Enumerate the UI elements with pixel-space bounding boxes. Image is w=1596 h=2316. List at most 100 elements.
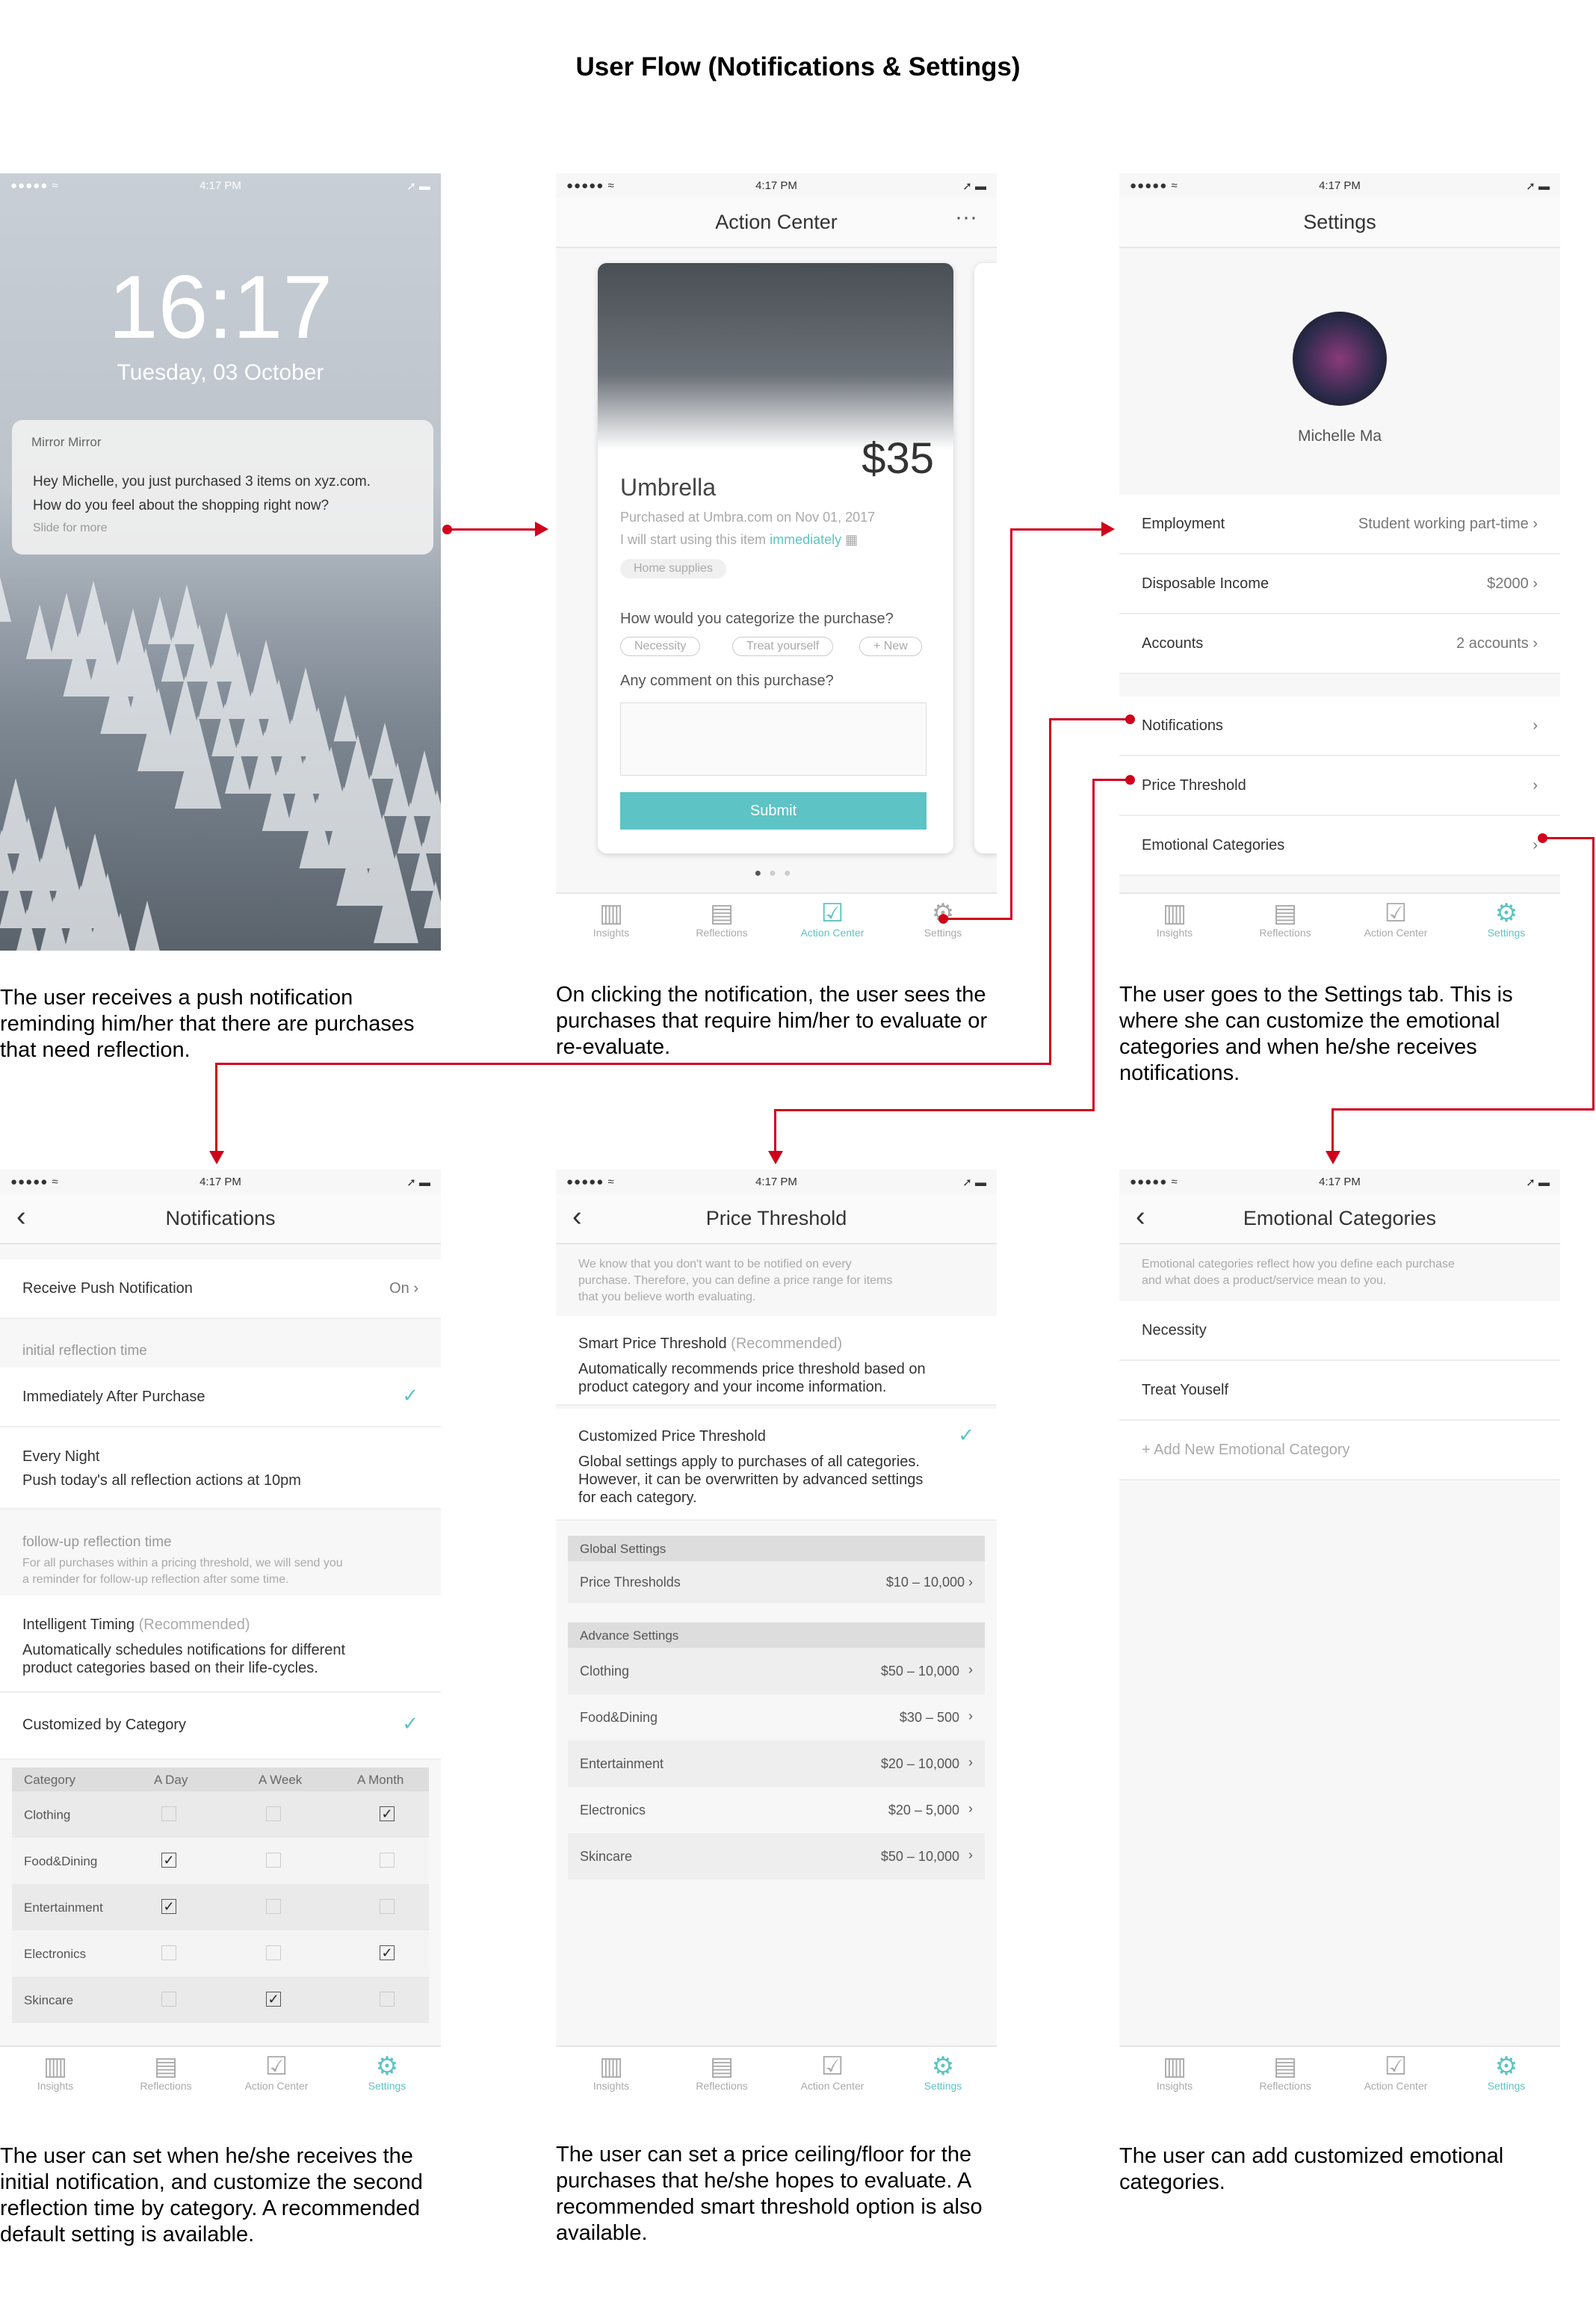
avatar[interactable]	[1293, 312, 1387, 406]
tab-bar: ▥ Insights ▤ Reflections ☑ Action Center ⚙ S…	[556, 2045, 997, 2104]
checkbox[interactable]	[380, 1899, 395, 1914]
insights-icon: ▥	[1162, 2052, 1187, 2081]
category-table: Category A Day A Week A Month Clothing ✓ F…	[12, 1767, 429, 2023]
table-row: Electronics ✓	[12, 1930, 429, 1977]
price-row[interactable]: Electronics $20 – 5,000 ›	[568, 1787, 985, 1833]
page-indicator: ●●●	[754, 867, 799, 880]
row-notifications[interactable]: Notifications ›	[1119, 697, 1560, 756]
tab-action-center[interactable]: ☑ Action Center	[777, 2053, 888, 2092]
checkbox[interactable]	[161, 1806, 176, 1821]
tab-insights[interactable]: ▥ Insights	[0, 2053, 111, 2092]
price-row[interactable]: Clothing $50 – 10,000 ›	[568, 1648, 985, 1694]
tab-insights[interactable]: ▥ Insights	[556, 900, 666, 939]
immediately-link[interactable]: immediately	[770, 532, 841, 547]
more-icon[interactable]: ···	[955, 205, 977, 230]
tag-necessity[interactable]: Necessity	[620, 637, 701, 656]
row-immediately[interactable]: Immediately After Purchase ✓	[0, 1368, 441, 1427]
tab-action-center[interactable]: ☑ Action Center	[221, 2053, 332, 2092]
row-every-night[interactable]: Every Night Push today's all reflection a…	[0, 1427, 441, 1510]
tag-treat-yourself[interactable]: Treat yourself	[732, 637, 834, 656]
checkbox[interactable]	[161, 1945, 176, 1960]
forest-image	[0, 577, 441, 951]
price-row[interactable]: Skincare $50 – 10,000 ›	[568, 1833, 985, 1880]
price-threshold-screen: ●●●●● ≈4:17 PM ➚ ▬ ‹ Price Threshold We kn…	[556, 1170, 997, 2104]
gear-icon: ⚙	[1494, 899, 1518, 927]
umbrella-image	[598, 263, 953, 450]
row-emotional-categories[interactable]: Emotional Categories ›	[1119, 816, 1560, 876]
tab-insights[interactable]: ▥ Insights	[556, 2053, 666, 2092]
screen-title: Emotional Categories	[1243, 1207, 1437, 1229]
arrowhead-icon	[209, 1151, 224, 1164]
tab-action-center[interactable]: ☑ Action Center	[1340, 2053, 1451, 2092]
tab-bar: ▥ Insights ▤ Reflections ☑ Action Center ⚙ S…	[1119, 892, 1560, 951]
push-notification[interactable]: Mirror Mirror Hey Michelle, you just pur…	[12, 420, 433, 555]
row-customized-by-category[interactable]: Customized by Category ✓	[0, 1693, 441, 1760]
checkbox[interactable]	[266, 1853, 281, 1868]
row-disposable-income[interactable]: Disposable Income $2000 ›	[1119, 555, 1560, 614]
table-row: Clothing ✓	[12, 1791, 429, 1838]
checkbox[interactable]: ✓	[161, 1899, 176, 1914]
checkbox[interactable]: ✓	[266, 1992, 281, 2007]
row-accounts[interactable]: Accounts 2 accounts ›	[1119, 614, 1560, 674]
price-row[interactable]: Food&Dining $30 – 500 ›	[568, 1694, 985, 1741]
tab-settings[interactable]: ⚙ Settings	[1451, 2053, 1560, 2092]
arrowhead-icon	[1101, 522, 1115, 537]
tab-insights[interactable]: ▥ Insights	[1119, 900, 1230, 939]
tab-reflections[interactable]: ▤ Reflections	[1230, 2053, 1340, 2092]
tab-settings[interactable]: ⚙ Settings	[888, 2053, 997, 2092]
row-customized-threshold[interactable]: Customized Price Threshold ✓ Global settin…	[556, 1409, 997, 1521]
checkbox[interactable]	[380, 1992, 395, 2007]
table-header: Category A Day A Week A Month	[12, 1767, 429, 1791]
checkbox[interactable]: ✓	[161, 1853, 176, 1868]
check-icon: ✓	[402, 1712, 418, 1735]
row-push-notification[interactable]: Receive Push Notification On ›	[0, 1259, 441, 1319]
checkbox[interactable]	[266, 1899, 281, 1914]
tag-new[interactable]: + New	[859, 637, 922, 656]
tab-reflections[interactable]: ▤ Reflections	[111, 2053, 221, 2092]
tab-settings[interactable]: ⚙ Settings	[1451, 900, 1560, 939]
checkbox[interactable]: ✓	[380, 1945, 395, 1960]
chevron-right-icon: ›	[968, 1847, 973, 1862]
calendar-icon[interactable]: ▦	[845, 532, 858, 547]
row-employment[interactable]: Employment Student working part-time ›	[1119, 495, 1560, 555]
row-smart-threshold[interactable]: Smart Price Threshold (Recommended) Autom…	[556, 1316, 997, 1406]
tab-insights[interactable]: ▥ Insights	[1119, 2053, 1230, 2092]
table-row: Entertainment ✓	[12, 1884, 429, 1930]
caption-2: On clicking the notification, the user s…	[556, 983, 988, 1059]
checkbox[interactable]	[380, 1853, 395, 1868]
gear-icon: ⚙	[931, 2052, 955, 2081]
tag-home-supplies[interactable]: Home supplies	[620, 559, 726, 578]
checkbox-icon: ☑	[265, 2052, 288, 2081]
row-intelligent-timing[interactable]: Intelligent Timing (Recommended) Automati…	[0, 1596, 441, 1693]
row-price-threshold[interactable]: Price Threshold ›	[1119, 756, 1560, 816]
user-name: Michelle Ma	[1297, 427, 1382, 445]
caption-6: The user can add customized emotional ca…	[1119, 2144, 1504, 2194]
caption-3: The user goes to the Settings tab. This …	[1119, 983, 1513, 1085]
table-row: Food&Dining ✓	[12, 1838, 429, 1884]
lock-time: 16:17	[108, 257, 333, 357]
check-icon: ✓	[402, 1384, 418, 1406]
emotional-categories-screen: ●●●●● ≈4:17 PM ➚ ▬ ‹ Emotional Categories …	[1119, 1170, 1560, 2104]
tab-action-center[interactable]: ☑ Action Center	[1340, 900, 1451, 939]
insights-icon: ▥	[598, 2052, 624, 2081]
checkbox[interactable]	[266, 1806, 281, 1821]
add-category-button[interactable]: + Add New Emotional Category	[1119, 1421, 1560, 1480]
tab-action-center[interactable]: ☑ Action Center	[777, 900, 888, 939]
checkbox[interactable]	[161, 1992, 176, 2007]
row-price-thresholds[interactable]: Price Thresholds $10 – 10,000 ›	[568, 1561, 985, 1603]
checkbox[interactable]: ✓	[380, 1806, 395, 1821]
tab-reflections[interactable]: ▤ Reflections	[666, 2053, 777, 2092]
submit-button[interactable]: Submit	[620, 792, 927, 830]
tab-reflections[interactable]: ▤ Reflections	[666, 900, 777, 939]
checkbox-icon: ☑	[1384, 899, 1408, 927]
tab-reflections[interactable]: ▤ Reflections	[1230, 900, 1340, 939]
tab-settings[interactable]: ⚙ Settings	[332, 2053, 441, 2092]
lock-date: Tuesday, 03 October	[117, 360, 324, 385]
checkbox[interactable]	[266, 1945, 281, 1960]
document-icon: ▤	[153, 2052, 179, 2081]
row-treat-youself[interactable]: Treat Youself	[1119, 1361, 1560, 1421]
price-row[interactable]: Entertainment $20 – 10,000 ›	[568, 1741, 985, 1787]
comment-field[interactable]	[620, 702, 927, 776]
screen-title: Settings	[1303, 211, 1376, 233]
row-necessity[interactable]: Necessity	[1119, 1301, 1560, 1361]
